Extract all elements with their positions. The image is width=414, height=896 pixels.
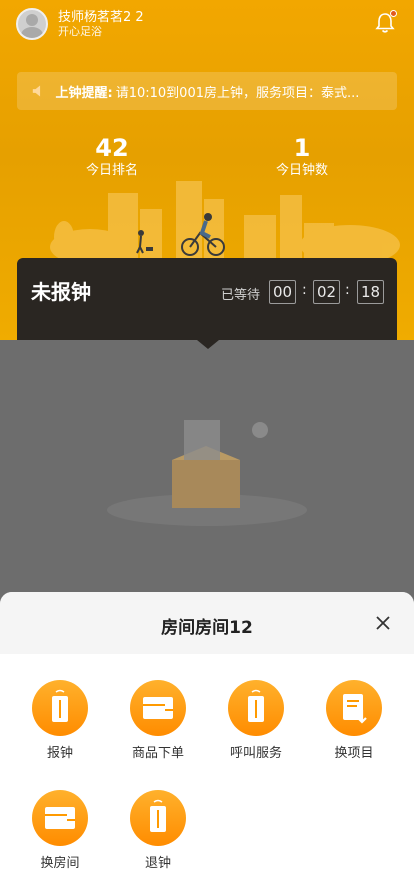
action-label: 换房间	[40, 856, 80, 871]
action-call-service[interactable]: 呼叫服务	[211, 680, 301, 762]
sheet-header: 房间房间12	[0, 592, 414, 654]
status-card-pointer	[197, 340, 219, 349]
action-label: 呼叫服务	[229, 746, 282, 761]
empty-box-illustration	[107, 420, 307, 526]
user-bar[interactable]: 技师杨茗茗2 2 开心足浴	[16, 8, 144, 40]
action-label: 退钟	[144, 856, 171, 871]
wait-label: 已等待	[221, 288, 261, 303]
phone-icon	[228, 680, 284, 736]
timer-minutes: 02	[313, 280, 340, 304]
bell-icon[interactable]	[374, 10, 397, 34]
shift-notice[interactable]: 上钟提醒: 请10:10到001房上钟，服务项目：泰式...	[17, 72, 397, 110]
action-report-clock[interactable]: 报钟	[15, 680, 105, 762]
order-icon	[130, 680, 186, 736]
stat-value: 1	[293, 134, 311, 162]
store-name: 开心足浴	[58, 25, 102, 38]
stat-clock-count: 1 今日钟数	[242, 134, 362, 180]
user-name: 技师杨茗茗2 2	[58, 10, 144, 25]
swap-doc-icon	[326, 680, 382, 736]
action-label: 换项目	[334, 746, 374, 761]
timer-hours: 00	[269, 280, 296, 304]
status-title: 未报钟	[31, 280, 91, 304]
stat-ranking: 42 今日排名	[52, 134, 172, 180]
close-icon[interactable]	[374, 614, 392, 632]
stat-value: 42	[95, 134, 129, 162]
sheet-title: 房间房间12	[161, 618, 253, 638]
status-card: 未报钟 已等待 00 : 02 : 18	[17, 258, 397, 340]
timer-seconds: 18	[357, 280, 384, 304]
action-product-order[interactable]: 商品下单	[113, 680, 203, 762]
notice-message: 请10:10到001房上钟，服务项目：泰式...	[115, 85, 360, 101]
phone-icon	[130, 790, 186, 846]
city-skyline-illustration	[50, 181, 400, 265]
action-cancel-clock[interactable]: 退钟	[113, 790, 203, 872]
phone-icon	[32, 680, 88, 736]
timer-separator: :	[345, 282, 350, 298]
speaker-icon	[32, 85, 41, 97]
order-icon	[32, 790, 88, 846]
notification-dot	[390, 10, 397, 17]
notice-title: 上钟提醒:	[55, 85, 113, 101]
timer-separator: :	[302, 282, 307, 298]
action-label: 报钟	[46, 746, 73, 761]
room-action-sheet: 房间房间12 报钟 商品下单 呼叫服务 换项目 换房间 退钟	[0, 592, 414, 896]
action-change-project[interactable]: 换项目	[309, 680, 399, 762]
action-label: 商品下单	[131, 746, 184, 761]
action-change-room[interactable]: 换房间	[15, 790, 105, 872]
avatar[interactable]	[16, 8, 48, 40]
